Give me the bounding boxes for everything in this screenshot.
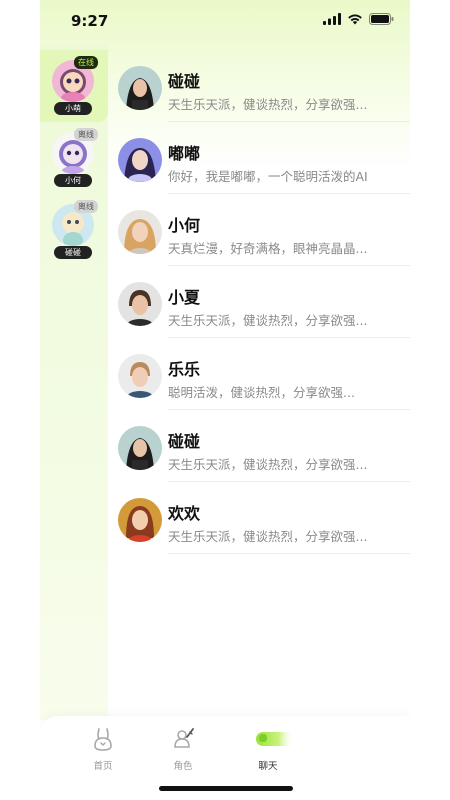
divider: [168, 337, 410, 338]
home-indicator: [159, 786, 293, 791]
sidebar-item-xiaomeng[interactable]: 在线 小萌: [40, 50, 108, 122]
role-icon: [174, 728, 194, 748]
tab-label: 聊天: [258, 761, 278, 772]
chat-preview: 天真烂漫，好奇满格，眼神亮晶晶...: [168, 241, 368, 256]
tab-label: 角色: [173, 761, 193, 772]
tab-home[interactable]: 首页: [73, 726, 133, 772]
avatar: [118, 282, 162, 326]
chat-name: 碰碰: [168, 432, 201, 451]
divider: [168, 265, 410, 266]
status-badge: 离线: [74, 200, 98, 213]
phone-screen: 9:27 在线 小萌 离线 小何 离线 碰碰 碰碰 天生乐天派，健谈热烈，分享欲…: [40, 0, 410, 800]
chat-row-huanhuan[interactable]: 欢欢 天生乐天派，健谈热烈，分享欲强...: [118, 494, 410, 566]
status-badge: 离线: [74, 128, 98, 141]
tab-chat[interactable]: 聊天: [238, 726, 298, 772]
chat-row-dudu[interactable]: 嘟嘟 你好，我是嘟嘟，一个聪明活泼的AI: [118, 134, 410, 206]
chat-preview: 天生乐天派，健谈热烈，分享欲强...: [168, 313, 368, 328]
chat-row-lele[interactable]: 乐乐 聪明活泼，健谈热烈，分享欲强...: [118, 350, 410, 422]
avatar: [118, 354, 162, 398]
divider: [168, 481, 410, 482]
status-icons: [323, 13, 394, 25]
chat-icon: [256, 732, 294, 746]
sidebar-item-pengpeng[interactable]: 离线 碰碰: [40, 194, 108, 266]
divider: [168, 553, 410, 554]
chat-row-pengpeng[interactable]: 碰碰 天生乐天派，健谈热烈，分享欲强...: [118, 62, 410, 134]
sidebar-item-label: 碰碰: [54, 246, 92, 259]
chat-preview: 天生乐天派，健谈热烈，分享欲强...: [168, 457, 368, 472]
chat-name: 乐乐: [168, 360, 201, 379]
chat-name: 欢欢: [168, 504, 201, 523]
battery-icon: [369, 13, 394, 25]
chat-preview: 聪明活泼，健谈热烈，分享欲强...: [168, 385, 355, 400]
status-badge: 在线: [74, 56, 98, 69]
sidebar-item-label: 小萌: [54, 102, 92, 115]
divider: [168, 121, 410, 122]
chat-name: 碰碰: [168, 72, 201, 91]
avatar: [118, 210, 162, 254]
divider: [168, 409, 410, 410]
chat-row-xiaohe[interactable]: 小何 天真烂漫，好奇满格，眼神亮晶晶...: [118, 206, 410, 278]
tab-roles[interactable]: 角色: [153, 726, 213, 772]
signal-icon: [323, 13, 341, 25]
chat-name: 小何: [168, 216, 201, 235]
status-bar: 9:27: [40, 0, 410, 44]
divider: [168, 193, 410, 194]
character-sidebar: 在线 小萌 离线 小何 离线 碰碰: [40, 44, 108, 720]
chat-preview: 天生乐天派，健谈热烈，分享欲强...: [168, 97, 368, 112]
wifi-icon: [348, 14, 362, 25]
sidebar-item-label: 小何: [54, 174, 92, 187]
chat-row-pengpeng-2[interactable]: 碰碰 天生乐天派，健谈热烈，分享欲强...: [118, 422, 410, 494]
status-time: 9:27: [71, 12, 109, 30]
avatar: [118, 66, 162, 110]
tab-label: 首页: [93, 761, 113, 772]
sidebar-item-xiaohe[interactable]: 离线 小何: [40, 122, 108, 194]
avatar: [118, 138, 162, 182]
chat-name: 嘟嘟: [168, 144, 201, 163]
bunny-icon: [94, 728, 112, 751]
chat-row-xiaoxia[interactable]: 小夏 天生乐天派，健谈热烈，分享欲强...: [118, 278, 410, 350]
chat-preview: 天生乐天派，健谈热烈，分享欲强...: [168, 529, 368, 544]
chat-name: 小夏: [168, 288, 201, 307]
avatar: [118, 498, 162, 542]
chat-preview: 你好，我是嘟嘟，一个聪明活泼的AI: [168, 169, 368, 184]
avatar: [118, 426, 162, 470]
